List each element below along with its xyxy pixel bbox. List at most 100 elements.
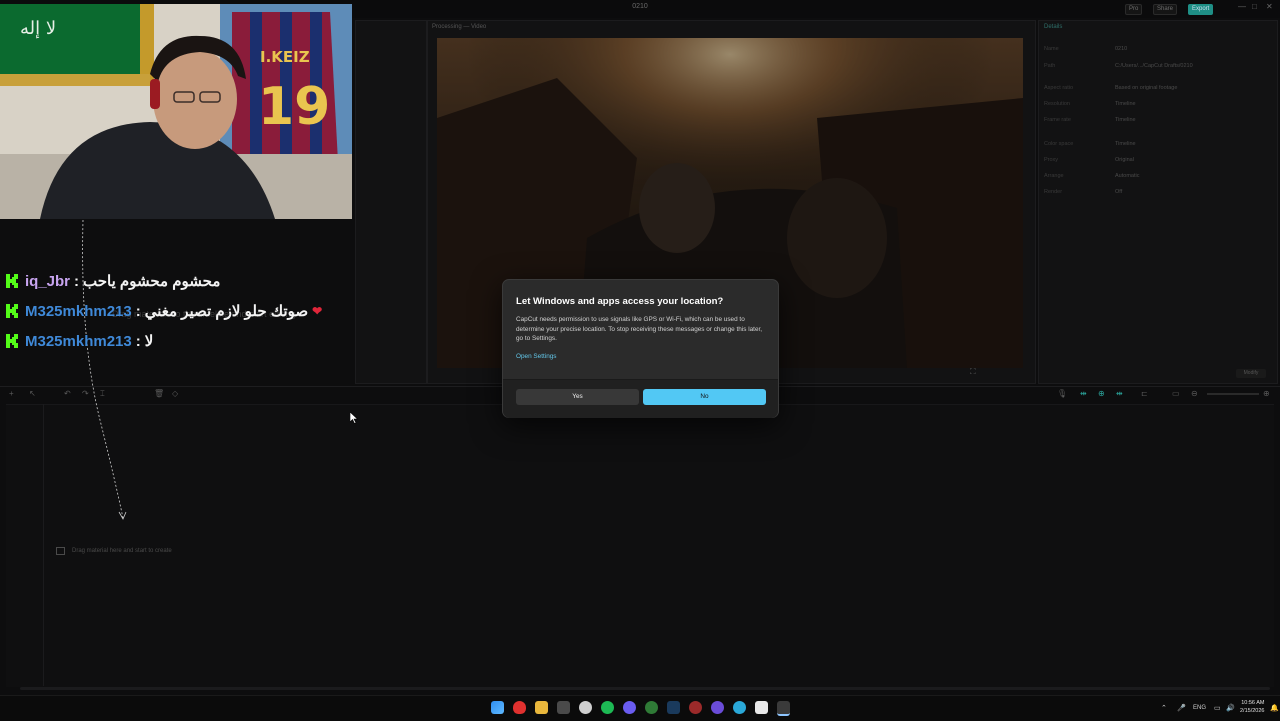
dialog-body: CapCut needs permission to use signals l… (516, 316, 763, 342)
heart-emoji-icon: ❤ (312, 304, 323, 318)
xbox-icon[interactable] (645, 701, 658, 714)
detail-value: Timeline (1115, 141, 1136, 147)
chat-username: iq_Jbr (25, 272, 71, 290)
svg-text:ﻻ ﺇﻟﻪ: ﻻ ﺇﻟﻪ (20, 18, 56, 39)
details-panel (1038, 20, 1278, 384)
microphone-tray-icon[interactable]: 🎤 (1177, 704, 1186, 712)
brave-browser-icon[interactable] (513, 701, 526, 714)
player-header: Processing — Video (432, 24, 487, 30)
dialog-title: Let Windows and apps access your locatio… (516, 296, 724, 307)
detail-value: Based on original footage (1115, 85, 1178, 91)
export-button[interactable]: Export (1188, 4, 1214, 15)
webcam-image: ﻻ ﺇﻟﻪ I.KEIZ 19 (0, 4, 352, 219)
detail-label: Proxy (1044, 157, 1059, 163)
obs-icon[interactable] (579, 701, 592, 714)
microphone-icon[interactable]: 🎙 (1057, 389, 1067, 398)
share-button[interactable]: Share (1153, 4, 1178, 15)
open-settings-link[interactable]: Open Settings (516, 353, 557, 360)
detail-value: Automatic (1115, 173, 1140, 179)
yes-button[interactable]: Yes (516, 389, 639, 405)
detail-label: Frame rate (1044, 117, 1071, 123)
chat-separator: : (135, 332, 141, 350)
magnet-icon[interactable]: ⊕ (1098, 389, 1105, 398)
modify-button[interactable]: Modify (1236, 369, 1266, 378)
detail-value: Off (1115, 189, 1123, 195)
pro-button[interactable]: Pro (1125, 4, 1143, 15)
detail-value: 0210 (1115, 46, 1128, 52)
edge-icon[interactable] (733, 701, 746, 714)
minimize-icon[interactable]: — (1238, 2, 1246, 11)
volume-icon[interactable]: 🔊 (1226, 704, 1235, 712)
fullscreen-icon[interactable]: ⛶ (970, 367, 976, 377)
webcam-overlay: ﻻ ﺇﻟﻪ I.KEIZ 19 (0, 4, 352, 219)
detail-label: Color space (1044, 141, 1074, 147)
chat-message: M325mkhm213 : لا (6, 330, 153, 352)
timeline-scrollbar[interactable] (20, 687, 1270, 690)
film-icon (56, 547, 65, 555)
clock-date: 2/15/2026 (1240, 708, 1265, 714)
link-main-track-icon[interactable]: ⇹ (1080, 389, 1087, 398)
clock[interactable]: 10:56 AM 2/15/2026 (1240, 699, 1264, 715)
chat-text: لا (144, 333, 154, 350)
delete-icon[interactable]: 🗑 (154, 389, 164, 398)
kick-icon (6, 304, 18, 318)
detail-value: C:/Users/.../CapCut Drafts/0210 (1115, 63, 1193, 69)
linkage-icon[interactable]: ⇹ (1116, 389, 1123, 398)
mouse-cursor-icon (350, 412, 358, 424)
cursor-trail (82, 220, 127, 520)
detail-label: Aspect ratio (1044, 85, 1074, 91)
notification-icon[interactable]: 🔔 (1270, 704, 1279, 712)
details-title: Details (1044, 24, 1063, 30)
browser-icon[interactable] (711, 701, 724, 714)
maximize-icon[interactable]: □ (1252, 2, 1257, 11)
detail-label: Resolution (1044, 101, 1070, 107)
store-icon[interactable] (557, 701, 570, 714)
capcut-icon[interactable] (755, 701, 768, 714)
location-permission-dialog: Let Windows and apps access your locatio… (502, 279, 779, 418)
fit-icon[interactable]: ▭ (1172, 389, 1180, 398)
chevron-up-icon[interactable]: ⌃ (1161, 704, 1167, 712)
discord-icon[interactable] (623, 701, 636, 714)
start-icon[interactable] (491, 701, 504, 714)
zoom-in-icon[interactable]: ⊕ (1263, 389, 1270, 398)
detail-label: Path (1044, 63, 1056, 69)
chat-text: صوتك حلو لازم تصير مغني (144, 303, 309, 320)
jersey-number: 19 (258, 77, 330, 137)
clock-time: 10:56 AM (1241, 700, 1265, 706)
language-indicator[interactable]: ENG (1193, 705, 1206, 711)
detail-label: Arrange (1044, 173, 1064, 179)
chat-message: M325mkhm213 : صوتك حلو لازم تصير مغني ❤ (6, 300, 322, 322)
file-explorer-icon[interactable] (535, 701, 548, 714)
jersey-name: I.KEIZ (260, 48, 310, 66)
detail-value: Original (1115, 157, 1134, 163)
kick-icon (6, 334, 18, 348)
detail-value: Timeline (1115, 117, 1136, 123)
timeline-area[interactable] (6, 404, 1274, 687)
track-divider (43, 404, 44, 686)
add-track-icon[interactable]: + (9, 389, 14, 398)
preview-axis-icon[interactable]: ⊏ (1141, 389, 1148, 398)
chat-message: iq_Jbr : محشوم محشوم ياحب (6, 270, 220, 292)
chat-username: M325mkhm213 (25, 332, 132, 350)
taskbar (0, 695, 1280, 721)
zoom-slider[interactable] (1207, 393, 1259, 395)
chat-separator: : (135, 302, 141, 320)
timeline-drag-hint: Drag material here and start to create (72, 548, 172, 554)
chat-username: M325mkhm213 (25, 302, 132, 320)
select-tool-icon[interactable]: ↖ (29, 389, 36, 398)
no-button[interactable]: No (643, 389, 766, 405)
kick-icon (6, 274, 18, 288)
active-app-icon[interactable] (777, 701, 790, 716)
network-icon[interactable]: ▭ (1214, 704, 1221, 712)
chat-text: محشوم محشوم ياحب (83, 273, 221, 290)
chat-separator: : (74, 272, 80, 290)
close-icon[interactable]: ✕ (1266, 2, 1273, 11)
media-panel (355, 20, 427, 384)
spotify-icon[interactable] (601, 701, 614, 714)
detail-label: Name (1044, 46, 1059, 52)
zoom-out-icon[interactable]: ⊖ (1191, 389, 1198, 398)
steam-icon[interactable] (667, 701, 680, 714)
marker-icon[interactable]: ◇ (172, 389, 178, 398)
detail-label: Render (1044, 189, 1063, 195)
chrome-icon[interactable] (689, 701, 702, 714)
